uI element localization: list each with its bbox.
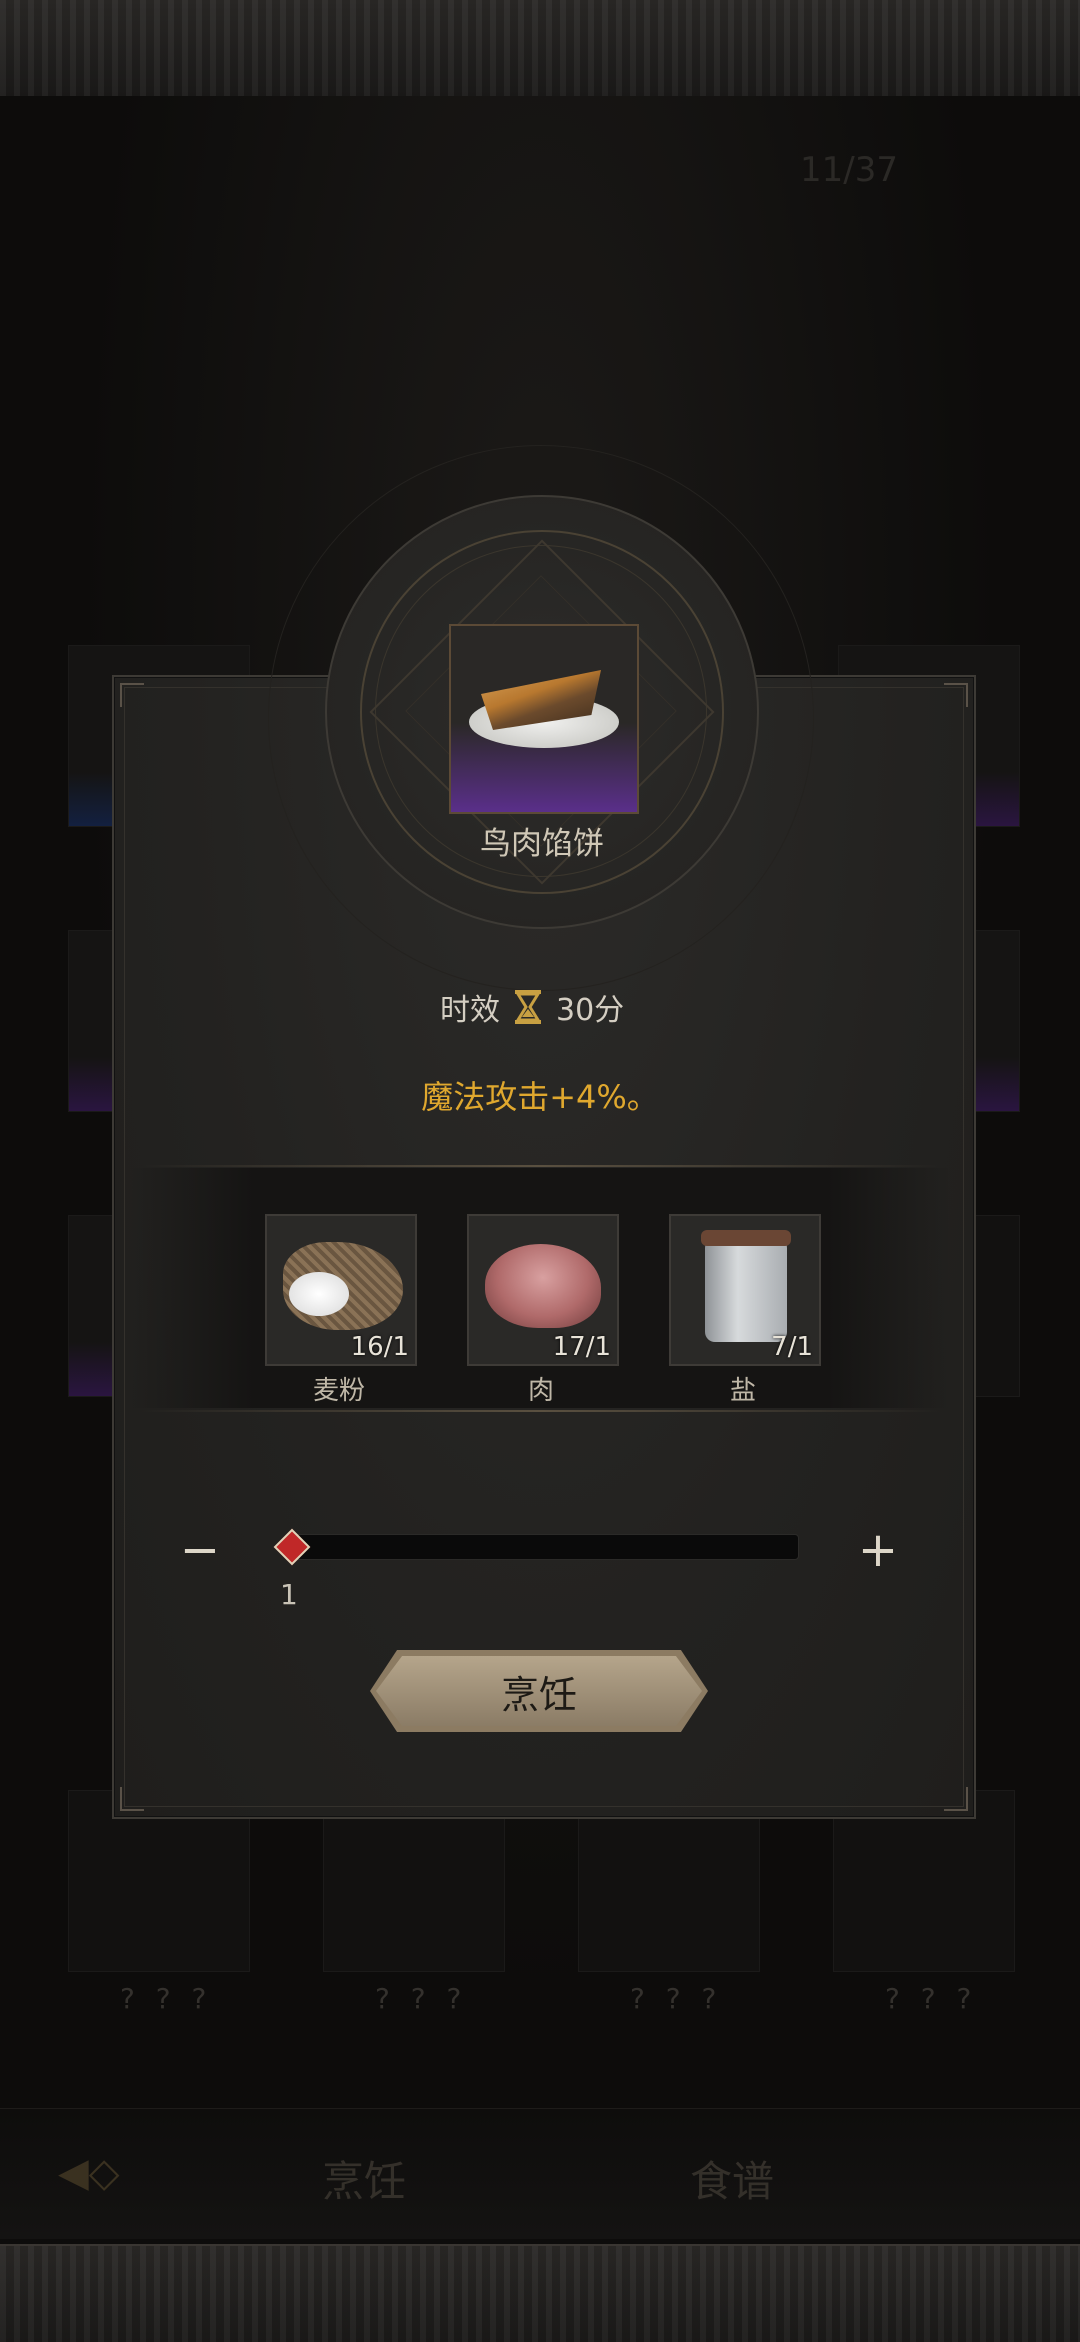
background-tab-bar — [0, 2108, 1080, 2239]
increase-quantity-button[interactable]: + — [843, 1515, 913, 1585]
divider — [140, 1410, 940, 1412]
effect-text: 魔法攻击+4%。 — [421, 1078, 659, 1116]
duration-row: 时效 30分 — [440, 985, 624, 1029]
top-frame — [0, 0, 1080, 98]
material-label: 麦粉 — [312, 1376, 365, 1406]
material-label: 肉 — [527, 1376, 554, 1406]
locked-recipe-label: ? ? ? — [630, 1982, 723, 2015]
duration-value: 30分 — [556, 993, 625, 1028]
corner-ornament — [944, 1787, 968, 1811]
locked-recipe-label: ? ? ? — [120, 1982, 213, 2015]
tab-cook: 烹饪 — [322, 2157, 407, 2206]
material-slot-meat[interactable]: 17/1 — [467, 1214, 619, 1366]
tab-recipe: 食谱 — [690, 2157, 775, 2206]
cook-button-label: 烹饪 — [500, 1672, 577, 1717]
meat-icon — [485, 1244, 601, 1328]
corner-ornament — [120, 1787, 144, 1811]
meat-pie-icon[interactable] — [449, 624, 639, 814]
back-arrow-icon: ◀◇ — [58, 2150, 120, 2196]
material-slot-salt[interactable]: 7/1 — [669, 1214, 821, 1366]
material-label: 盐 — [729, 1376, 756, 1406]
flour-shape — [289, 1272, 349, 1316]
background-counter: 11/37 — [800, 150, 898, 190]
corner-ornament — [944, 683, 968, 707]
divider — [140, 1165, 940, 1167]
salt-jar-icon — [705, 1238, 787, 1342]
cook-button[interactable]: 烹饪 — [370, 1650, 708, 1732]
quantity-value: 1 — [280, 1578, 298, 1611]
locked-recipe-label: ? ? ? — [885, 1982, 978, 2015]
material-count: 17/1 — [552, 1332, 611, 1362]
decrease-quantity-button[interactable]: − — [165, 1515, 235, 1585]
hourglass-icon — [514, 989, 542, 1025]
jar-lid-shape — [701, 1230, 791, 1246]
duration-label: 时效 — [440, 993, 500, 1028]
bottom-frame — [0, 2244, 1080, 2342]
material-count: 16/1 — [350, 1332, 409, 1362]
corner-ornament — [120, 683, 144, 707]
material-slot-flour[interactable]: 16/1 — [265, 1214, 417, 1366]
material-count: 7/1 — [771, 1332, 813, 1362]
recipe-name: 鸟肉馅饼 — [480, 826, 604, 862]
quantity-slider[interactable] — [285, 1534, 799, 1560]
locked-recipe-label: ? ? ? — [375, 1982, 468, 2015]
